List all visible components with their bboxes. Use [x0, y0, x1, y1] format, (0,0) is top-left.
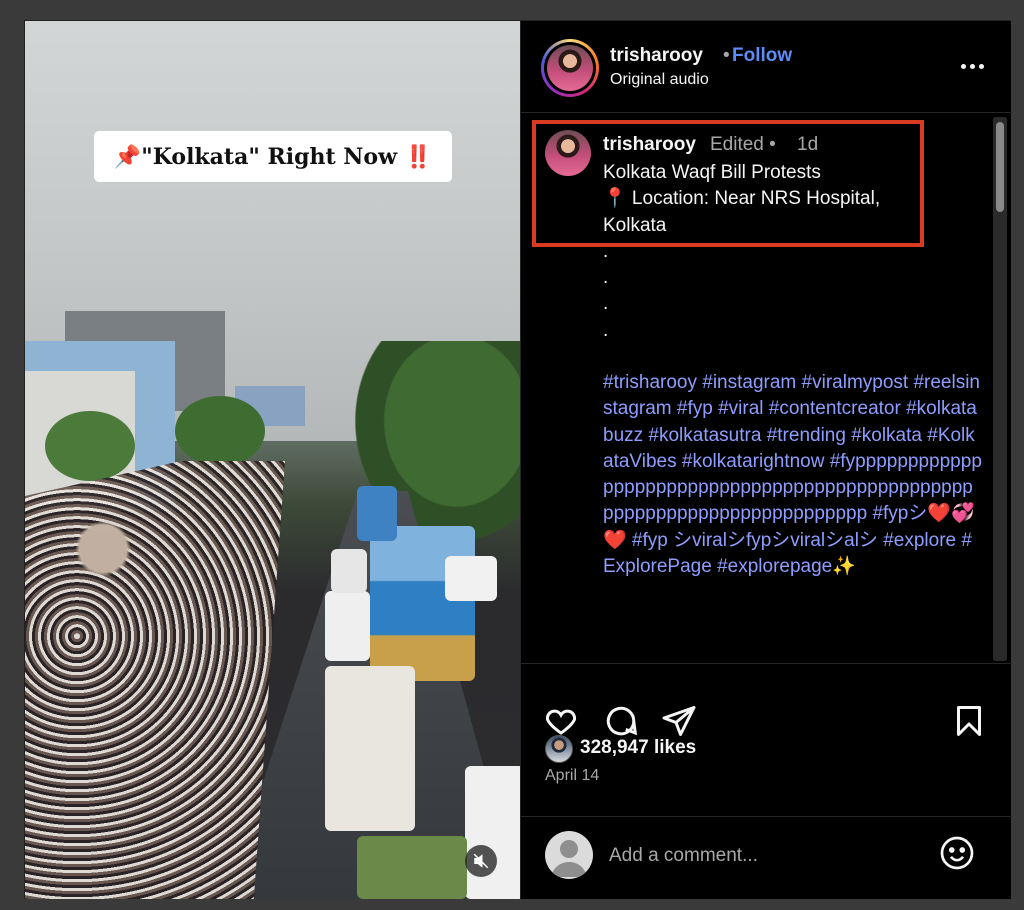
post-sidebar: trisharooy • Follow Original audio trish…	[520, 21, 1012, 899]
media-truck	[357, 836, 467, 899]
header-username[interactable]: trisharooy	[610, 45, 703, 67]
post-media[interactable]: 📌"Kolkata" Right Now ‼️	[25, 21, 520, 899]
avatar[interactable]	[547, 45, 593, 91]
media-car	[325, 666, 415, 831]
post-date[interactable]: April 14	[545, 767, 599, 785]
mute-button[interactable]	[465, 845, 497, 877]
media-car	[331, 549, 367, 593]
default-avatar-icon	[551, 840, 587, 877]
highlight-annotation-box	[532, 120, 924, 247]
more-icon	[978, 63, 984, 69]
action-bar: 328,947 likes April 14	[521, 665, 1012, 815]
media-car	[445, 556, 497, 601]
screenshot-frame: 📌"Kolkata" Right Now ‼️ trisharooy • Fol…	[0, 0, 1024, 910]
more-icon	[960, 63, 966, 69]
instagram-post: 📌"Kolkata" Right Now ‼️ trisharooy • Fol…	[24, 20, 1012, 899]
follow-button[interactable]: Follow	[732, 45, 792, 67]
liker-avatar[interactable]	[545, 735, 573, 763]
bookmark-icon[interactable]	[951, 703, 987, 739]
media-bus	[370, 526, 475, 681]
post-header: trisharooy • Follow Original audio	[521, 21, 1012, 113]
more-options-button[interactable]	[956, 51, 988, 81]
caption-avatar[interactable]	[545, 130, 591, 176]
media-car	[325, 591, 370, 661]
comment-input[interactable]	[609, 839, 909, 873]
heart-icon[interactable]	[543, 703, 579, 739]
comment-icon[interactable]	[603, 703, 639, 739]
share-icon[interactable]	[661, 703, 697, 739]
header-separator: •	[723, 45, 730, 66]
more-icon	[969, 63, 975, 69]
user-avatar	[545, 831, 593, 879]
comment-bar	[521, 816, 1012, 899]
caption-hashtags[interactable]: #trisharooy #instagram #viralmypost #ree…	[603, 370, 983, 580]
media-trees-left	[45, 411, 135, 481]
media-caption-overlay: 📌"Kolkata" Right Now ‼️	[94, 131, 452, 182]
scrollbar-thumb[interactable]	[996, 122, 1004, 212]
media-crowd	[25, 461, 285, 899]
likes-count[interactable]: 328,947 likes	[580, 737, 696, 759]
audio-label[interactable]: Original audio	[610, 71, 709, 89]
emoji-icon[interactable]	[939, 835, 975, 871]
mute-icon	[473, 853, 489, 869]
media-trees-left	[175, 396, 265, 466]
media-car	[465, 766, 520, 899]
media-bus	[357, 486, 397, 541]
caption-section: trisharooy Edited • 1d Kolkata Waqf Bill…	[521, 114, 1012, 664]
scrollbar[interactable]	[993, 117, 1007, 661]
